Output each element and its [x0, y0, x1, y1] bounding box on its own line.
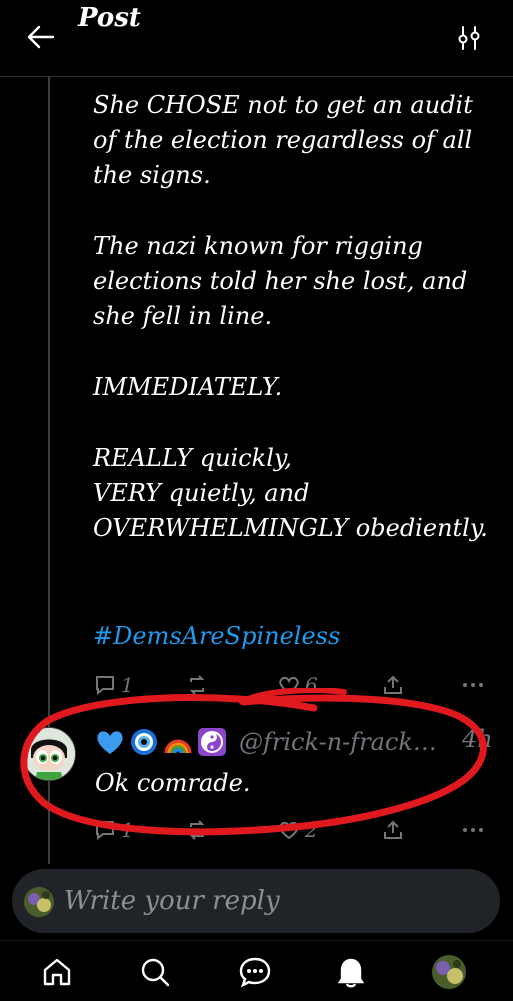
- user-avatar: [24, 887, 54, 917]
- share-icon: [384, 820, 402, 839]
- post-actions: 1 6: [93, 670, 493, 700]
- like-button[interactable]: 6: [277, 670, 318, 700]
- back-button[interactable]: [26, 24, 56, 50]
- post-paragraph: She CHOSE not to get an audit of the ele…: [93, 91, 473, 189]
- repost-icon: [189, 820, 205, 840]
- reply-handle[interactable]: @frick-n-frack…: [239, 728, 437, 756]
- comment-icon: [96, 676, 114, 696]
- evil-eye-icon: [129, 727, 159, 757]
- page-title: Post: [78, 3, 141, 33]
- heart-icon: [279, 821, 299, 840]
- repost-button[interactable]: [185, 670, 209, 700]
- chat-icon: [239, 957, 271, 988]
- nav-home[interactable]: [40, 955, 74, 989]
- reply-input-placeholder[interactable]: Write your reply: [64, 886, 280, 916]
- home-icon: [43, 958, 71, 986]
- nav-profile[interactable]: [432, 955, 466, 989]
- more-icon: [463, 683, 483, 687]
- like-button[interactable]: 2: [277, 815, 318, 845]
- nav-chat[interactable]: [238, 955, 272, 989]
- options-button[interactable]: [455, 24, 483, 52]
- reply-text: Ok comrade.: [95, 769, 251, 797]
- share-icon: [384, 675, 402, 694]
- hashtag-link[interactable]: #DemsAreSpineless: [93, 622, 340, 650]
- more-icon: [463, 828, 483, 832]
- tune-icon: [458, 26, 480, 50]
- nav-notifications[interactable]: [334, 955, 368, 989]
- arrow-left-icon: [27, 25, 55, 49]
- post-paragraph: IMMEDIATELY.: [93, 373, 283, 401]
- reply-composer[interactable]: Write your reply: [12, 869, 500, 933]
- repost-button[interactable]: [185, 815, 209, 845]
- search-icon: [141, 958, 170, 987]
- avatar[interactable]: [22, 727, 76, 781]
- rainbow-icon: [163, 727, 193, 757]
- reply-header: @frick-n-frack…: [95, 725, 437, 759]
- reply-actions: 1 2: [93, 815, 493, 845]
- post-paragraph: REALLY quickly, VERY quietly, and OVERWH…: [93, 444, 488, 542]
- like-count: 2: [305, 818, 318, 842]
- bell-icon: [337, 958, 365, 988]
- bottom-navigation: [0, 940, 513, 1001]
- nav-search[interactable]: [138, 955, 172, 989]
- repost-icon: [189, 675, 205, 695]
- heart-icon: [279, 676, 299, 695]
- comment-icon: [96, 821, 114, 841]
- post-text: She CHOSE not to get an audit of the ele…: [93, 88, 503, 582]
- share-button[interactable]: [381, 815, 405, 845]
- reply-button[interactable]: 1: [93, 670, 134, 700]
- reply-count: 1: [121, 818, 134, 842]
- profile-avatar: [432, 955, 466, 989]
- blue-heart-icon: [95, 727, 125, 757]
- like-count: 6: [305, 673, 318, 697]
- reply-button[interactable]: 1: [93, 815, 134, 845]
- post-paragraph: The nazi known for rigging elections tol…: [93, 232, 468, 330]
- buttercup-avatar-icon: [23, 728, 75, 780]
- yin-yang-icon: [197, 727, 227, 757]
- more-button[interactable]: [461, 815, 485, 845]
- more-button[interactable]: [461, 670, 485, 700]
- reply-item[interactable]: @frick-n-frack… 4h Ok comrade.: [0, 705, 513, 815]
- top-bar: Post: [0, 0, 513, 77]
- reply-count: 1: [121, 673, 134, 697]
- share-button[interactable]: [381, 670, 405, 700]
- reply-time: 4h: [462, 725, 493, 753]
